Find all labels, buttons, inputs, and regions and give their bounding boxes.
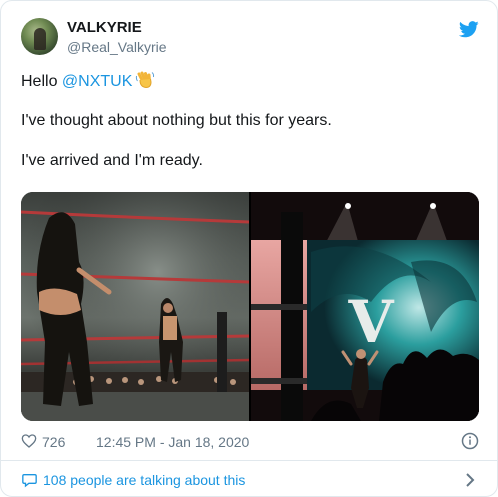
tweet-card[interactable]: VALKYRIE @Real_Valkyrie Hello @NXTUK I'v… <box>0 0 498 497</box>
timestamp[interactable]: 12:45 PM - Jan 18, 2020 <box>96 434 249 450</box>
stage-v-letter: V <box>347 288 394 356</box>
user-handle[interactable]: @Real_Valkyrie <box>67 39 167 55</box>
tweet-meta: 726 12:45 PM - Jan 18, 2020 <box>21 432 481 452</box>
speech-bubble-icon <box>22 474 37 488</box>
photo-ring[interactable] <box>21 192 249 421</box>
photo-entrance[interactable]: V <box>251 192 479 421</box>
tweet-text: Hello @NXTUK I've thought about nothing … <box>21 71 481 171</box>
info-icon[interactable] <box>461 432 479 450</box>
twitter-bird-icon[interactable] <box>459 21 479 38</box>
tweet-line-2: I've thought about nothing but this for … <box>21 112 332 129</box>
waving-hand-icon <box>136 71 155 89</box>
heart-icon[interactable] <box>21 433 37 449</box>
tweet-line-3: I've arrived and I'm ready. <box>21 152 203 169</box>
display-name[interactable]: VALKYRIE <box>67 19 142 36</box>
tweet-line-1: Hello @NXTUK <box>21 71 481 91</box>
photo-ring-graphic <box>21 192 249 421</box>
conversation-label[interactable]: 108 people are talking about this <box>43 472 245 488</box>
like-count[interactable]: 726 <box>42 434 65 450</box>
greeting-text: Hello <box>21 73 62 90</box>
avatar[interactable] <box>21 18 58 55</box>
conversation-link[interactable]: 108 people are talking about this <box>1 461 497 496</box>
mention-link[interactable]: @NXTUK <box>62 73 132 90</box>
media-grid: V <box>21 192 479 421</box>
chevron-right-icon[interactable] <box>464 472 476 488</box>
photo-entrance-graphic: V <box>251 192 479 421</box>
